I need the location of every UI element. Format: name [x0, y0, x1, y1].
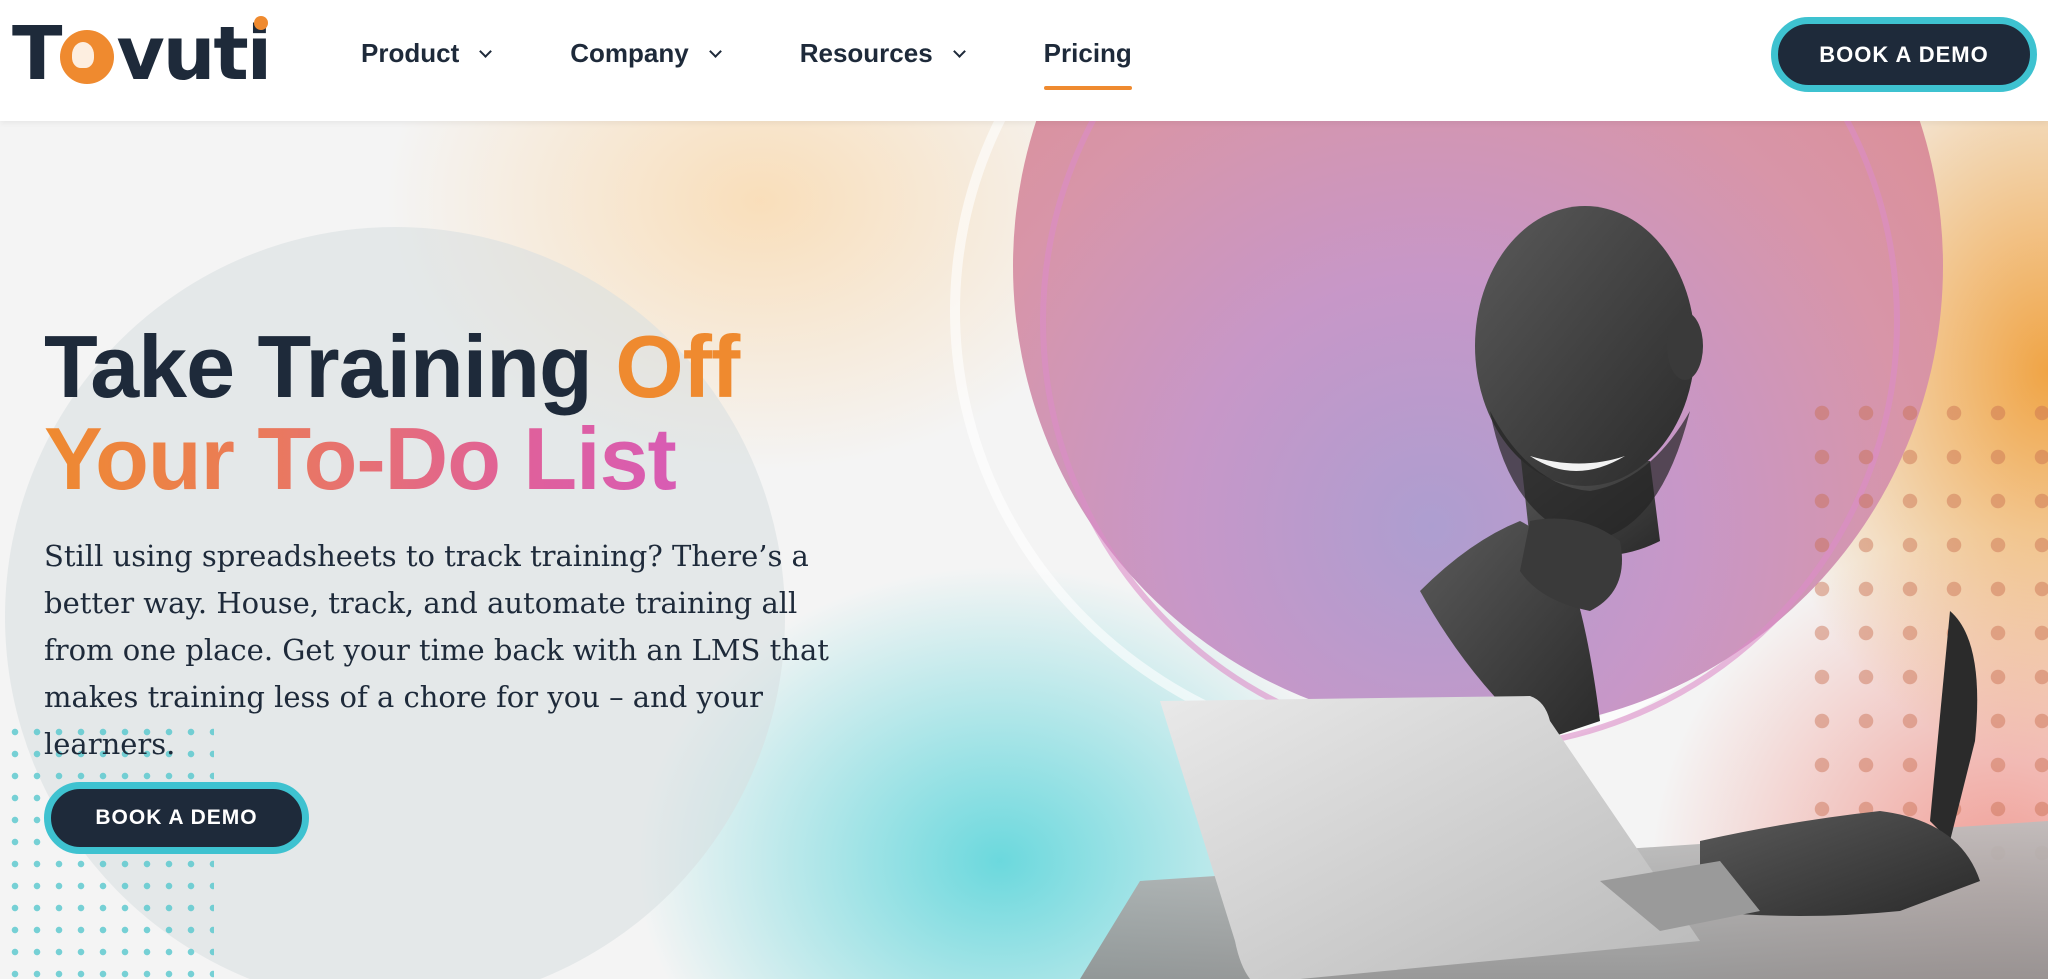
hero-title-accent-off: Off — [615, 317, 740, 416]
nav-item-label: Pricing — [1043, 38, 1132, 68]
nav-item-product[interactable]: Product — [361, 0, 493, 107]
main-nav: Product Company Resources Pricing — [361, 0, 1212, 121]
hero-title-accent-line2: Your To-Do List — [44, 409, 677, 508]
elephant-logo-icon — [60, 30, 115, 84]
nav-item-resources[interactable]: Resources — [799, 0, 966, 107]
book-demo-button-header[interactable]: BOOK A DEMO — [1771, 17, 2037, 92]
hero-section: Take Training Off Your To-Do List Still … — [0, 121, 2048, 979]
logo-letter-t: T — [12, 11, 63, 97]
chevron-down-icon — [708, 45, 722, 58]
nav-item-label: Company — [570, 38, 689, 68]
hero-description: Still using spreadsheets to track traini… — [44, 539, 829, 761]
book-demo-button-hero[interactable]: BOOK A DEMO — [44, 782, 309, 854]
hero-title-dark: Take Training — [44, 317, 616, 416]
chevron-down-icon — [479, 45, 493, 58]
tovuti-logo[interactable]: T vuti — [12, 11, 272, 97]
site-header: T vuti Product Company Resources Pricing… — [0, 0, 2048, 121]
nav-item-label: Product — [361, 38, 460, 68]
chevron-down-icon — [952, 45, 966, 58]
logo-wordmark-rest: vuti — [116, 11, 272, 97]
nav-item-company[interactable]: Company — [570, 0, 722, 107]
nav-item-label: Resources — [799, 38, 933, 68]
hero-title: Take Training Off Your To-Do List — [44, 321, 844, 505]
nav-item-pricing[interactable]: Pricing — [1043, 0, 1132, 107]
